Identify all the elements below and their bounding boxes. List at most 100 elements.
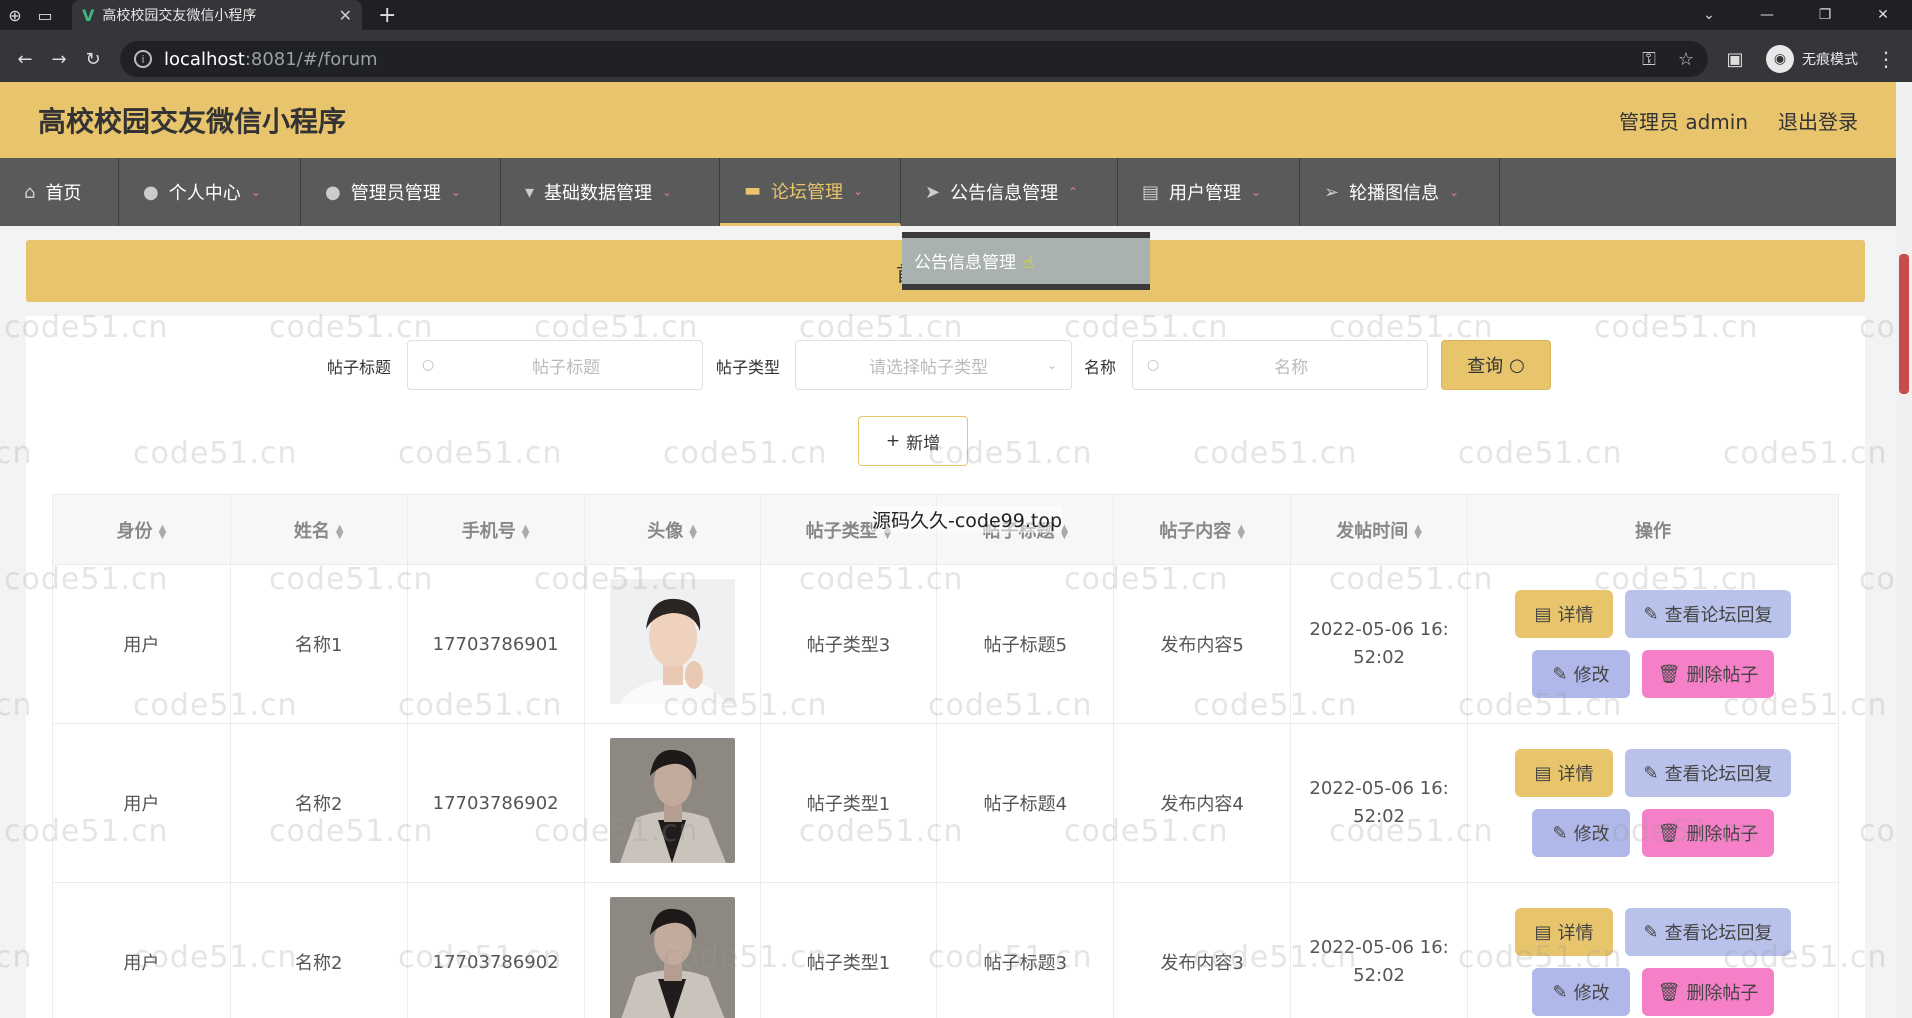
close-window-icon[interactable]: ✕ [1854, 0, 1912, 30]
cell-ops: ▤ 详情 ✎ 查看论坛回复 ✎ 修改 🗑 删除帖子 [1467, 882, 1839, 1018]
incognito-indicator[interactable]: ◉ 无痕模式 [1766, 45, 1858, 73]
sort-icon[interactable]: ▲▼ [689, 523, 697, 540]
url-path: :8081/#/forum [244, 48, 378, 70]
nav-item-carousel[interactable]: ➢ 轮播图信息 ⌄ [1300, 158, 1500, 226]
admin-label: 管理员 admin [1618, 109, 1748, 134]
back-icon[interactable]: ← [8, 49, 42, 70]
col-identity[interactable]: 身份 ▲ ▼ [52, 494, 231, 565]
nav-item-home[interactable]: ⌂ 首页 [0, 158, 119, 226]
view-reply-button[interactable]: ✎ 查看论坛回复 [1625, 908, 1792, 956]
type-placeholder: 请选择帖子类型 [868, 357, 988, 378]
edit-button[interactable]: ✎ 修改 [1532, 650, 1631, 698]
view-reply-button[interactable]: ✎ 查看论坛回复 [1625, 590, 1792, 638]
detail-button[interactable]: ▤ 详情 [1515, 908, 1614, 956]
type-select[interactable]: 请选择帖子类型 ⌄ [795, 340, 1072, 390]
document-icon: ▤ [1534, 762, 1552, 784]
reply-label: 查看论坛回复 [1664, 764, 1773, 785]
detail-label: 详情 [1557, 764, 1594, 785]
globe-icon[interactable]: ⊕ [0, 0, 30, 30]
search-icon: ○ [1147, 357, 1160, 373]
detail-button[interactable]: ▤ 详情 [1515, 590, 1614, 638]
cell-identity: 用户 [52, 882, 231, 1018]
page-scrollbar[interactable] [1896, 82, 1912, 1018]
scrollbar-thumb[interactable] [1899, 254, 1909, 394]
overlay-source-text: 源码久久-code99.top [872, 506, 1063, 533]
delete-button[interactable]: 🗑 删除帖子 [1642, 650, 1775, 698]
sort-icon[interactable]: ▲▼ [159, 523, 167, 540]
edit-button[interactable]: ✎ 修改 [1532, 809, 1631, 857]
add-button[interactable]: + 新增 [858, 416, 968, 466]
sort-icon[interactable]: ▲▼ [1237, 523, 1245, 540]
chevron-down-icon[interactable]: ⌄ [1680, 0, 1738, 30]
name-input[interactable]: ○ 名称 [1132, 340, 1428, 390]
minimize-icon[interactable]: — [1738, 0, 1796, 30]
vue-logo-icon: V [82, 5, 95, 25]
info-icon[interactable]: i [134, 50, 152, 68]
sort-icon[interactable]: ▲▼ [336, 523, 344, 540]
cell-phone: 17703786902 [406, 723, 585, 883]
key-icon[interactable]: ⚿ [1642, 49, 1656, 70]
avatar[interactable] [609, 738, 735, 863]
sidepanel-icon[interactable]: ▣ [1718, 49, 1752, 70]
url-input[interactable]: i localhost :8081/#/forum ⚿ ☆ [120, 41, 1708, 77]
col-content[interactable]: 帖子内容 ▲ ▼ [1113, 494, 1292, 565]
nav-item-forum[interactable]: ▬ 论坛管理 ⌄ [720, 158, 901, 226]
row-actions-top: ▤ 详情 ✎ 查看论坛回复 [1515, 908, 1792, 956]
header-label: 帖子内容 [1159, 520, 1232, 542]
col-phone[interactable]: 手机号 ▲ ▼ [406, 494, 585, 565]
cell-title: 帖子标题3 [936, 882, 1115, 1018]
star-icon[interactable]: ☆ [1678, 49, 1694, 70]
document-icon: ▤ [1534, 921, 1552, 943]
chevron-down-icon: ⌄ [1449, 185, 1460, 199]
nav-label: 管理员管理 [350, 183, 441, 204]
nav-item-personal[interactable]: ● 个人中心 ⌄ [119, 158, 301, 226]
avatar[interactable] [609, 579, 735, 704]
col-avatar[interactable]: 头像 ▲ ▼ [583, 494, 761, 565]
cell-avatar [583, 564, 761, 724]
forward-icon[interactable]: → [42, 49, 76, 70]
nav-item-basedata[interactable]: ▾ 基础数据管理 ⌄ [501, 158, 720, 226]
view-reply-button[interactable]: ✎ 查看论坛回复 [1625, 749, 1792, 797]
nav-item-users[interactable]: ▤ 用户管理 ⌄ [1118, 158, 1300, 226]
pencil-icon: ✎ [1552, 822, 1568, 844]
new-tab-icon[interactable]: + [378, 3, 396, 28]
incognito-label: 无痕模式 [1802, 52, 1858, 68]
hand-cursor-icon: ☝ [1023, 253, 1034, 273]
type-label: 帖子类型 [716, 358, 781, 377]
cell-title: 帖子标题4 [936, 723, 1115, 883]
reload-icon[interactable]: ↻ [76, 49, 110, 70]
title-input[interactable]: ○ 帖子标题 [407, 340, 703, 390]
dropdown-item-notice[interactable]: 公告信息管理 [914, 253, 1016, 273]
avatar[interactable] [609, 897, 735, 1018]
logout-link[interactable]: 退出登录 [1778, 106, 1858, 135]
browser-tab[interactable]: V 高校校园交友微信小程序 ✕ [72, 0, 362, 30]
detail-button[interactable]: ▤ 详情 [1515, 749, 1614, 797]
edit-button[interactable]: ✎ 修改 [1532, 968, 1631, 1016]
chevron-down-icon: ⌄ [1251, 185, 1262, 199]
restore-icon[interactable]: ❐ [1796, 0, 1854, 30]
search-form: 帖子标题 ○ 帖子标题 帖子类型 请选择帖子类型 ⌄ 名称 ○ 名称 [26, 340, 1865, 390]
col-time[interactable]: 发帖时间 ▲ ▼ [1290, 494, 1469, 565]
delete-button[interactable]: 🗑 删除帖子 [1642, 968, 1775, 1016]
row-actions-top: ▤ 详情 ✎ 查看论坛回复 [1515, 749, 1792, 797]
cell-phone: 17703786901 [406, 564, 585, 724]
header-label: 帖子类型 [805, 520, 878, 542]
header-label: 发帖时间 [1336, 520, 1409, 542]
sort-icon[interactable]: ▲▼ [522, 523, 530, 540]
menu-dots-icon[interactable]: ⋮ [1876, 47, 1896, 71]
nav-item-notice[interactable]: ➤ 公告信息管理 ⌃ [901, 158, 1118, 226]
col-name[interactable]: 姓名 ▲ ▼ [229, 494, 408, 565]
name-label: 名称 [1084, 358, 1117, 377]
nav-item-admin[interactable]: ● 管理员管理 ⌄ [301, 158, 501, 226]
header-label: 头像 [647, 520, 684, 542]
chevron-down-icon: ⌄ [853, 183, 864, 198]
nav-label: 用户管理 [1169, 183, 1242, 204]
tab-search-icon[interactable]: ▭ [30, 0, 60, 30]
cell-identity: 用户 [52, 564, 231, 724]
close-icon[interactable]: ✕ [339, 6, 352, 25]
query-button[interactable]: 查询 ○ [1441, 340, 1551, 390]
sort-icon[interactable]: ▲▼ [1414, 523, 1422, 540]
header-label: 手机号 [461, 520, 516, 542]
delete-button[interactable]: 🗑 删除帖子 [1642, 809, 1775, 857]
header-label: 身份 [116, 520, 153, 542]
